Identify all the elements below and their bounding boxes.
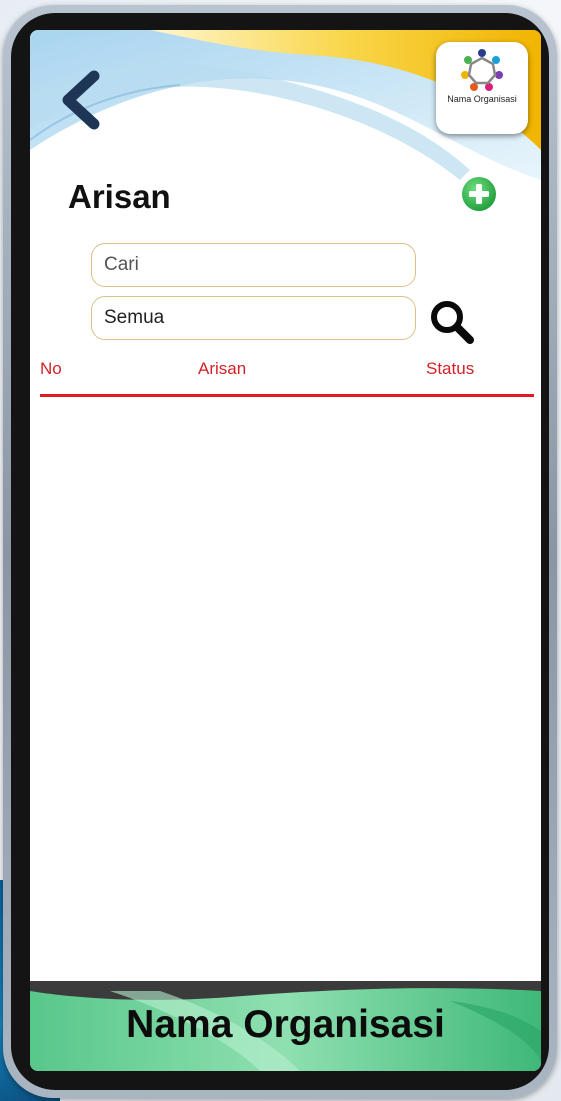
page-title: Arisan	[68, 178, 171, 215]
footer-banner: Nama Organisasi	[30, 981, 541, 1071]
add-arisan-button[interactable]	[461, 176, 497, 212]
people-circle-icon	[461, 49, 503, 91]
table-body	[40, 400, 534, 970]
app-screen: Nama Organisasi Arisan Cari Semua No Ari…	[30, 30, 541, 1071]
chevron-left-icon	[62, 70, 100, 130]
search-input[interactable]: Cari	[91, 243, 416, 287]
footer-organization-name: Nama Organisasi	[126, 1003, 445, 1046]
column-header-status: Status	[426, 359, 475, 378]
status-filter-value: Semua	[104, 307, 165, 328]
table-header-divider	[40, 394, 534, 397]
organization-logo-badge[interactable]: Nama Organisasi	[436, 42, 528, 134]
search-button[interactable]	[428, 298, 476, 346]
magnifier-icon	[431, 301, 474, 344]
back-button[interactable]	[54, 70, 104, 130]
plus-circle-icon	[462, 177, 496, 211]
organization-logo-label: Nama Organisasi	[447, 94, 517, 104]
column-header-arisan: Arisan	[198, 359, 247, 378]
search-input-value: Cari	[104, 254, 139, 275]
status-filter-select[interactable]: Semua	[91, 296, 416, 340]
column-header-no: No	[40, 359, 62, 378]
